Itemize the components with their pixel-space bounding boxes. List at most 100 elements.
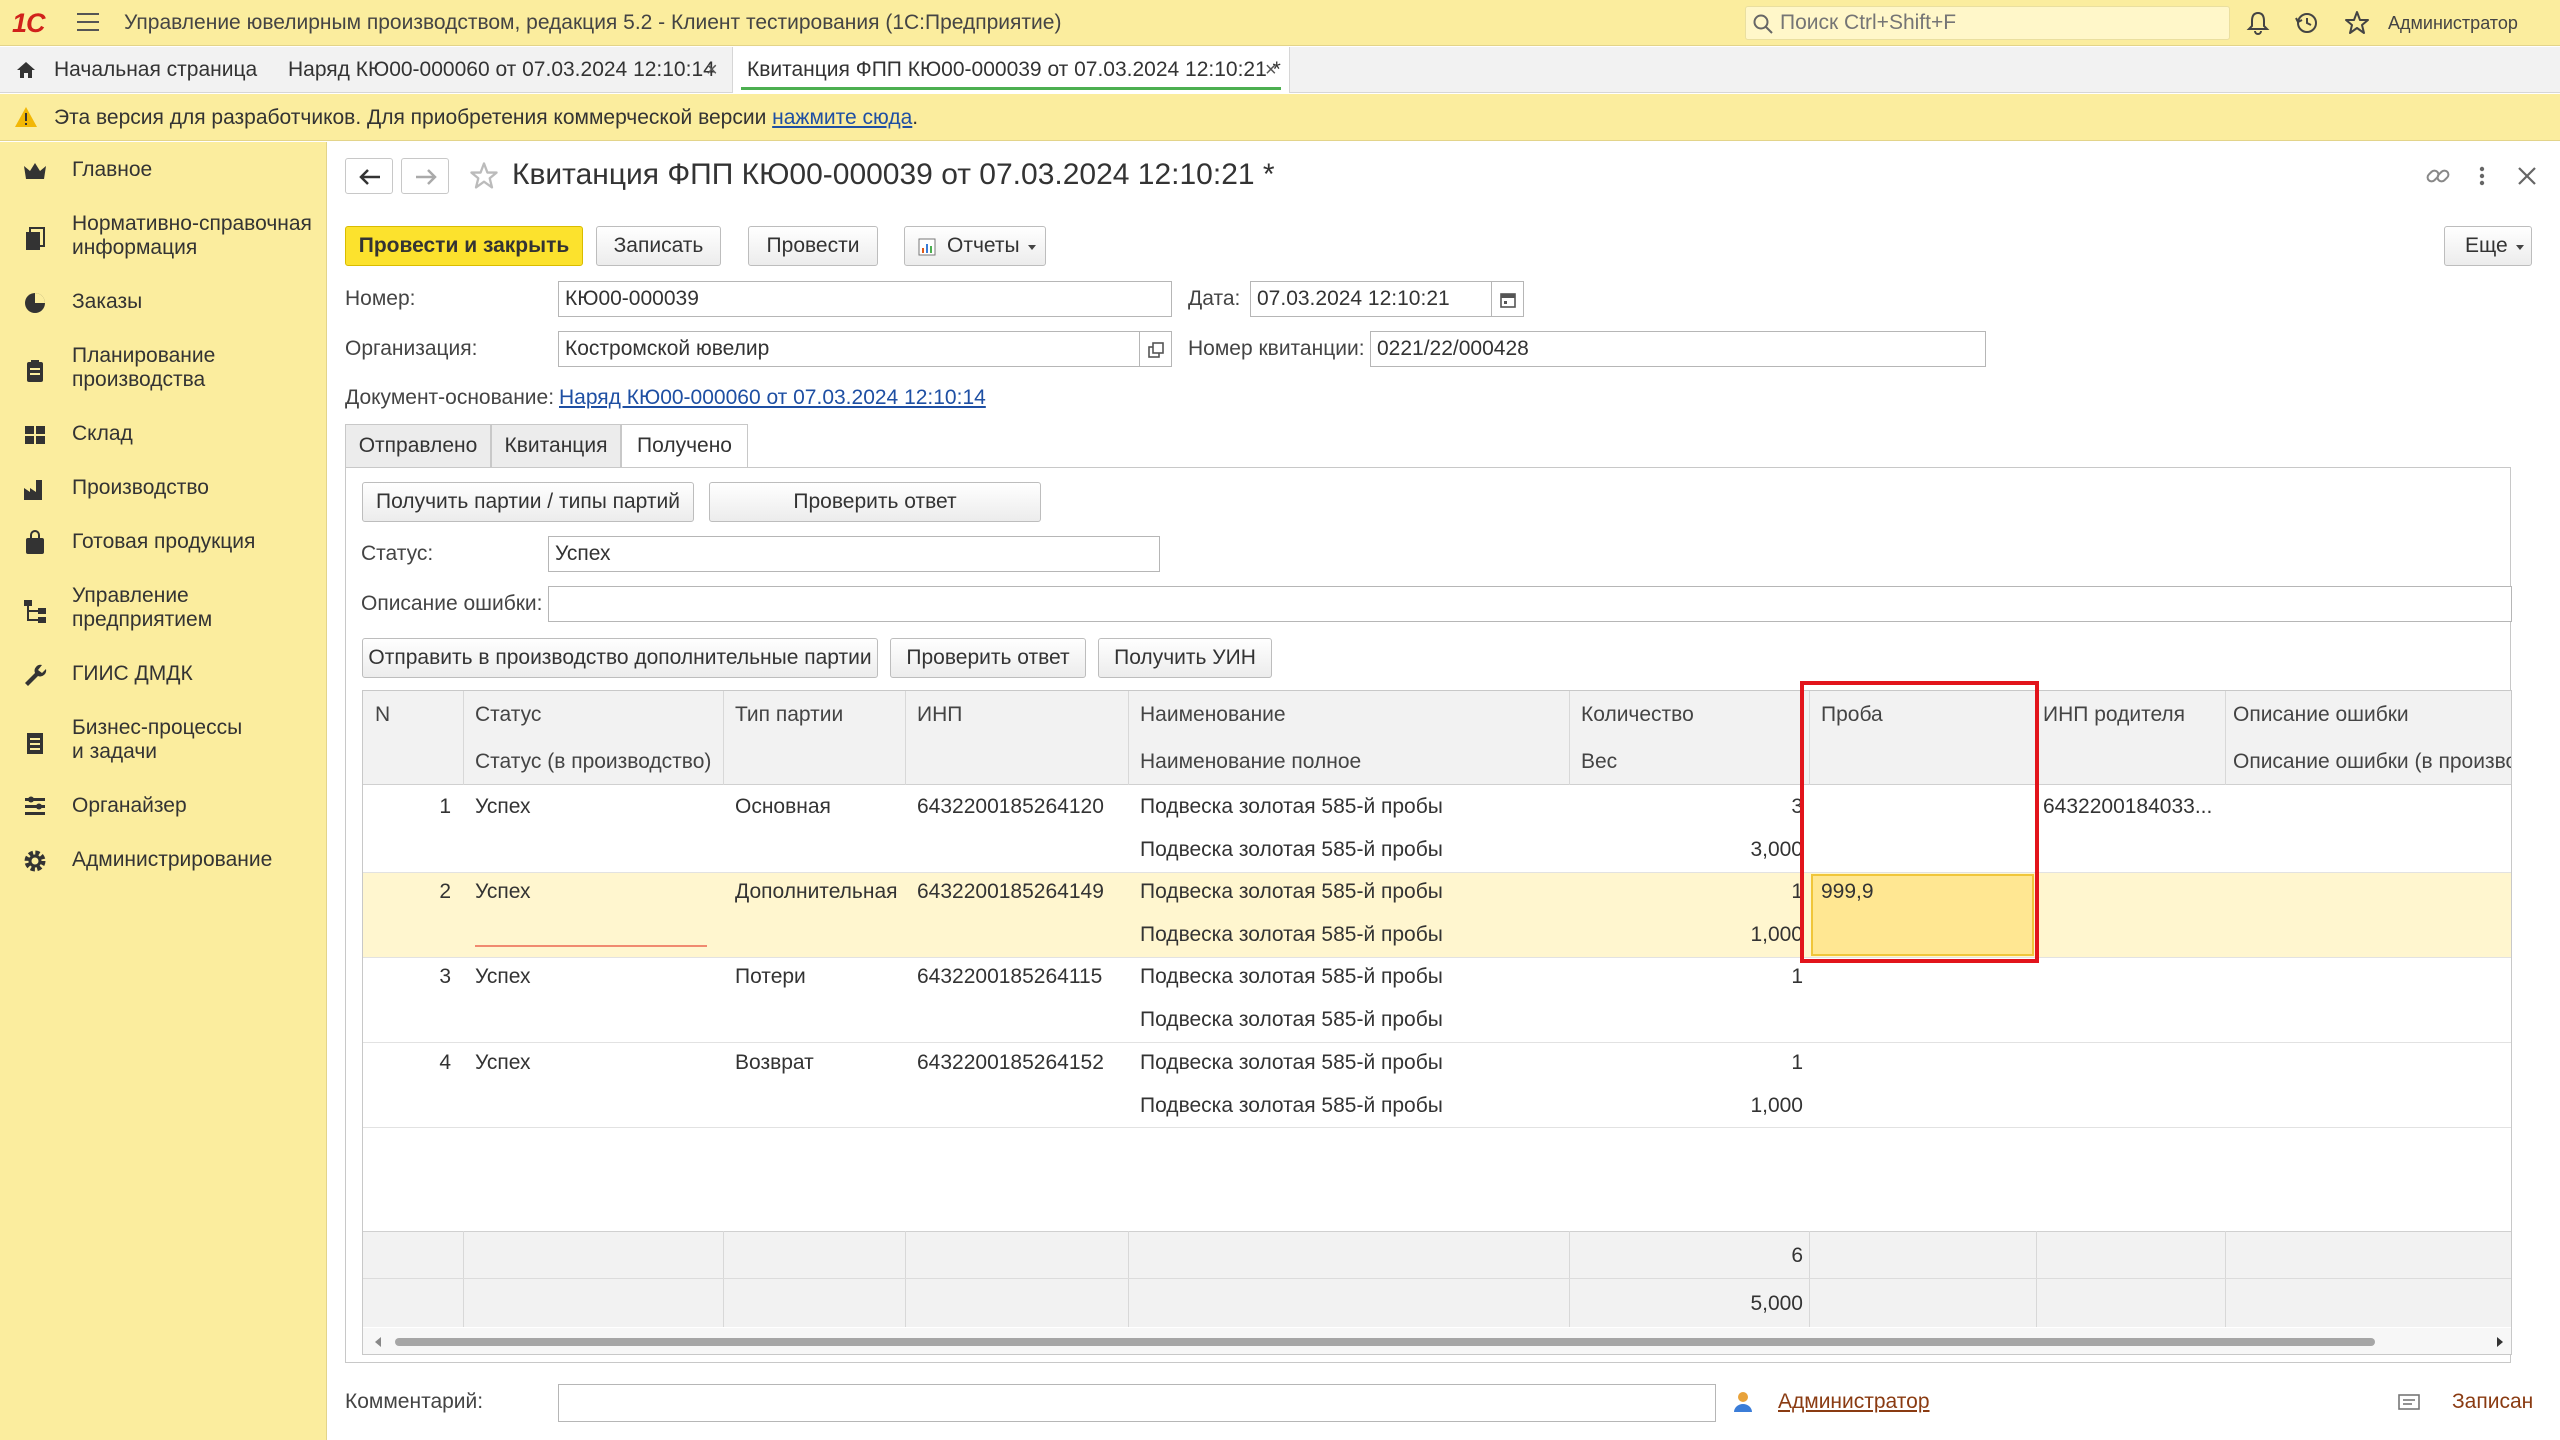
col-header-name[interactable]: Наименование	[1140, 703, 1286, 727]
cell-inp[interactable]: 6432200185264149	[917, 880, 1104, 904]
buy-link[interactable]: нажмите сюда	[772, 106, 912, 129]
cell-name-full[interactable]: Подвеска золотая 585-й пробы	[1140, 1008, 1443, 1032]
receipt-number-field[interactable]	[1370, 331, 1986, 367]
sidebar-item-warehouse[interactable]: Склад	[0, 422, 326, 452]
message-icon[interactable]	[2398, 1393, 2420, 1411]
open-organization-button[interactable]	[1140, 331, 1172, 367]
more-vertical-icon[interactable]	[2472, 162, 2492, 190]
send-extra-lots-button[interactable]: Отправить в производство дополнительные …	[362, 638, 878, 678]
cell-quantity[interactable]: 1	[1581, 880, 1803, 904]
calendar-button[interactable]	[1492, 281, 1524, 317]
sidebar-item-planning[interactable]: Планирование производства	[0, 344, 326, 396]
cell-n[interactable]: 2	[403, 880, 451, 904]
cell-weight[interactable]: 3,000	[1581, 838, 1803, 862]
col-header-status[interactable]: Статус	[475, 703, 541, 727]
sidebar-item-organizer[interactable]: Органайзер	[0, 794, 326, 824]
cell-inp[interactable]: 6432200185264115	[917, 965, 1102, 989]
col-header-status-prod[interactable]: Статус (в производство)	[475, 750, 711, 774]
cell-inp[interactable]: 6432200185264152	[917, 1051, 1104, 1075]
scroll-right-icon[interactable]	[2495, 1336, 2505, 1348]
cell-quantity[interactable]: 1	[1581, 965, 1803, 989]
close-icon[interactable]: ×	[1265, 59, 1277, 82]
close-icon[interactable]: ×	[706, 59, 718, 82]
cell-n[interactable]: 4	[403, 1051, 451, 1075]
comment-field[interactable]	[558, 1384, 1716, 1422]
cell-name[interactable]: Подвеска золотая 585-й пробы	[1140, 965, 1443, 989]
tab-received[interactable]: Получено	[621, 424, 748, 469]
tab-receipt[interactable]: Квитанция ФПП КЮ00-000039 от 07.03.2024 …	[732, 47, 1290, 93]
sidebar-item-giis[interactable]: ГИИС ДМДК	[0, 662, 326, 692]
back-button[interactable]	[345, 158, 393, 194]
cell-parent-inp[interactable]: 6432200184033...	[2043, 795, 2212, 819]
tab-sent[interactable]: Отправлено	[345, 424, 491, 468]
forward-button[interactable]	[401, 158, 449, 194]
col-header-n[interactable]: N	[375, 703, 390, 727]
cell-status[interactable]: Успех	[475, 1051, 531, 1075]
more-button[interactable]: Еще	[2444, 226, 2532, 266]
status-field[interactable]	[548, 536, 1160, 572]
sidebar-item-admin[interactable]: Администрирование	[0, 848, 326, 878]
cell-weight[interactable]: 1,000	[1581, 1094, 1803, 1118]
get-lots-button[interactable]: Получить партии / типы партий	[362, 482, 694, 522]
cell-lot-type[interactable]: Основная	[735, 795, 831, 819]
cell-name-full[interactable]: Подвеска золотая 585-й пробы	[1140, 1094, 1443, 1118]
date-field[interactable]	[1250, 281, 1492, 317]
cell-lot-type[interactable]: Дополнительная	[735, 880, 898, 904]
sidebar-item-main[interactable]: Главное	[0, 158, 326, 188]
cell-name[interactable]: Подвеска золотая 585-й пробы	[1140, 880, 1443, 904]
sidebar-item-finished-goods[interactable]: Готовая продукция	[0, 530, 326, 560]
col-header-name-full[interactable]: Наименование полное	[1140, 750, 1361, 774]
cell-quantity[interactable]: 1	[1581, 1051, 1803, 1075]
link-icon[interactable]	[2424, 162, 2452, 190]
cell-name-full[interactable]: Подвеска золотая 585-й пробы	[1140, 923, 1443, 947]
col-header-weight[interactable]: Вес	[1581, 750, 1617, 774]
cell-inp[interactable]: 6432200185264120	[917, 795, 1104, 819]
scroll-left-icon[interactable]	[373, 1336, 383, 1348]
cell-lot-type[interactable]: Потери	[735, 965, 806, 989]
col-header-lot-type[interactable]: Тип партии	[735, 703, 843, 727]
col-header-error[interactable]: Описание ошибки	[2233, 703, 2409, 727]
check-answer-button[interactable]: Проверить ответ	[709, 482, 1041, 522]
cell-status[interactable]: Успех	[475, 965, 531, 989]
tab-receipt-info[interactable]: Квитанция	[491, 424, 621, 468]
basis-document-link[interactable]: Наряд КЮ00-000060 от 07.03.2024 12:10:14	[559, 386, 986, 410]
col-header-error-prod[interactable]: Описание ошибки (в производство)	[2233, 750, 2511, 774]
cell-name-full[interactable]: Подвеска золотая 585-й пробы	[1140, 838, 1443, 862]
scrollbar-thumb[interactable]	[395, 1338, 2375, 1346]
post-and-close-button[interactable]: Провести и закрыть	[345, 226, 583, 266]
save-button[interactable]: Записать	[596, 226, 721, 266]
menu-icon[interactable]	[74, 10, 104, 34]
sidebar-item-reference[interactable]: Нормативно-справочная информация	[0, 212, 326, 264]
col-header-inp[interactable]: ИНП	[917, 703, 962, 727]
cell-quantity[interactable]: 3	[1581, 795, 1803, 819]
cell-status[interactable]: Успех	[475, 880, 531, 904]
reports-dropdown[interactable]: Отчеты	[904, 226, 1046, 266]
tab-naryad[interactable]: Наряд КЮ00-000060 от 07.03.2024 12:10:14…	[272, 47, 732, 93]
global-search[interactable]	[1745, 6, 2230, 40]
number-field[interactable]	[558, 281, 1172, 317]
col-header-parent-inp[interactable]: ИНП родителя	[2043, 703, 2185, 727]
get-uin-button[interactable]: Получить УИН	[1098, 638, 1272, 678]
cell-name[interactable]: Подвеска золотая 585-й пробы	[1140, 795, 1443, 819]
sidebar-item-bp[interactable]: Бизнес-процессы и задачи	[0, 716, 326, 768]
cell-weight[interactable]: 1,000	[1581, 923, 1803, 947]
organization-field[interactable]	[558, 331, 1140, 367]
error-description-field[interactable]	[548, 586, 2512, 622]
history-icon[interactable]	[2293, 9, 2321, 37]
col-header-quantity[interactable]: Количество	[1581, 703, 1694, 727]
post-button[interactable]: Провести	[748, 226, 878, 266]
current-user[interactable]: Администратор	[2388, 13, 2518, 34]
cell-name[interactable]: Подвеска золотая 585-й пробы	[1140, 1051, 1443, 1075]
cell-lot-type[interactable]: Возврат	[735, 1051, 814, 1075]
cell-n[interactable]: 1	[403, 795, 451, 819]
sidebar-item-enterprise[interactable]: Управление предприятием	[0, 584, 326, 636]
tab-home[interactable]: Начальная страница	[0, 47, 272, 93]
cell-status[interactable]: Успех	[475, 795, 531, 819]
favorite-star-icon[interactable]	[468, 160, 500, 192]
check-answer-button-2[interactable]: Проверить ответ	[890, 638, 1086, 678]
search-input[interactable]	[1778, 11, 2218, 35]
close-icon[interactable]	[2514, 163, 2540, 189]
horizontal-scrollbar[interactable]	[363, 1328, 2511, 1354]
sidebar-item-orders[interactable]: Заказы	[0, 290, 326, 320]
bell-icon[interactable]	[2244, 9, 2272, 37]
